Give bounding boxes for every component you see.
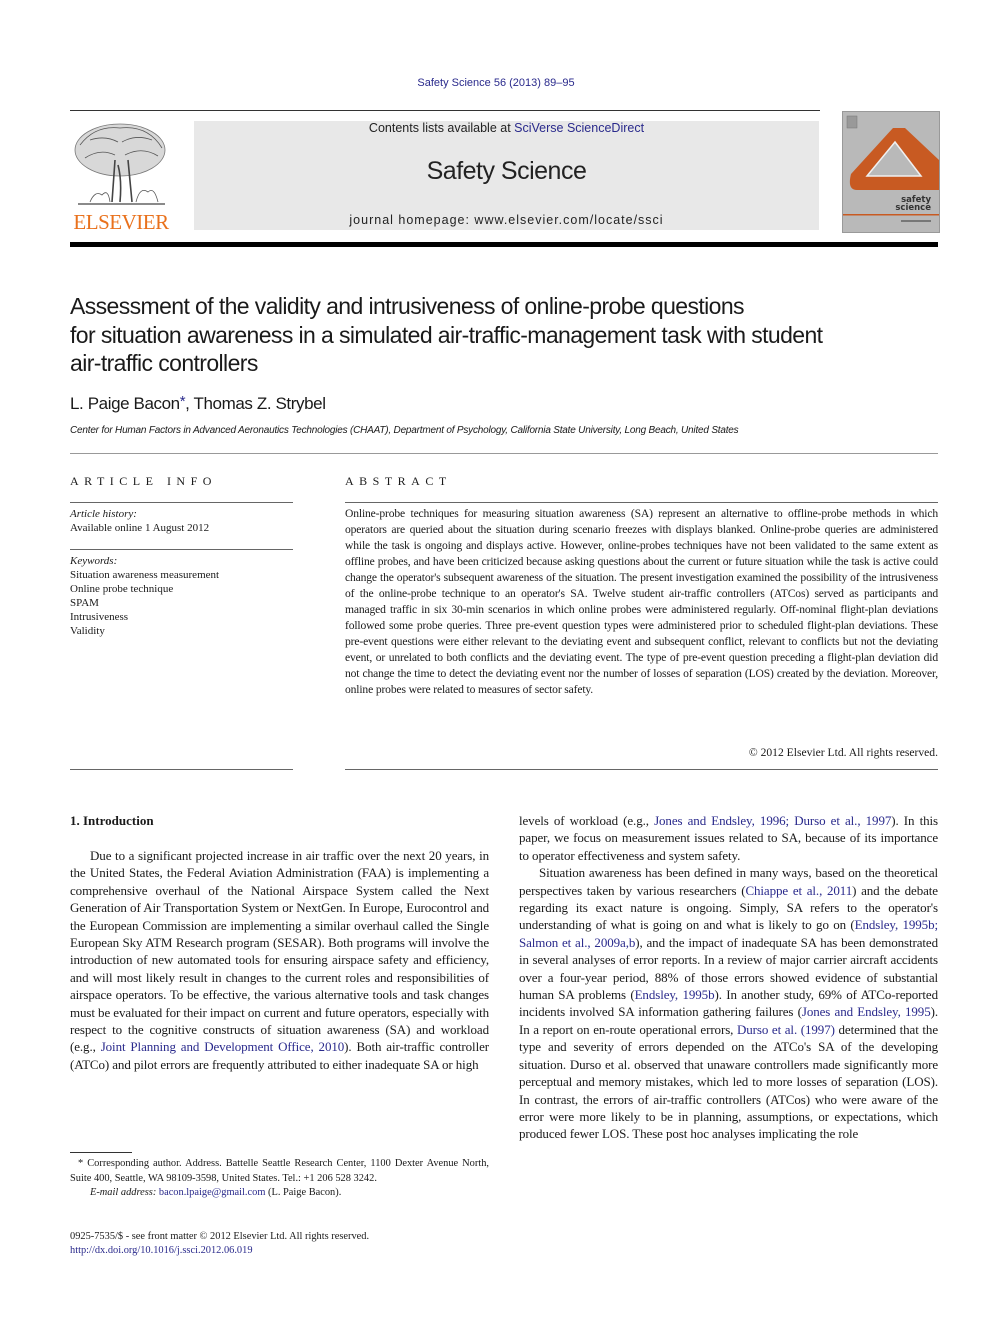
- cover-triangle-icon: safety science: [843, 115, 939, 222]
- abstract-bottom-divider: [345, 769, 938, 770]
- email-link[interactable]: bacon.lpaige@gmail.com: [159, 1187, 266, 1198]
- keywords-label: Keywords:: [70, 555, 118, 567]
- article-info-heading: ARTICLE INFO: [70, 474, 217, 488]
- article-history-value: Available online 1 August 2012: [70, 522, 210, 534]
- journal-homepage[interactable]: journal homepage: www.elsevier.com/locat…: [194, 213, 819, 227]
- paragraph-text: determined that the type and severity of…: [519, 1021, 938, 1142]
- reference-link[interactable]: Jones and Endsley, 1996; Durso et al., 1…: [654, 813, 891, 828]
- article-title-line: air-traffic controllers: [70, 350, 258, 376]
- abstract-heading: ABSTRACT: [345, 474, 452, 488]
- front-matter: 0925-7535/$ - see front matter © 2012 El…: [70, 1230, 510, 1258]
- article-history-label: Article history:: [70, 508, 137, 520]
- keyword-item: Validity: [70, 625, 105, 637]
- author-list: L. Paige Bacon*, Thomas Z. Strybel: [70, 393, 326, 414]
- journal-cover-image[interactable]: safety science: [842, 111, 940, 233]
- body-paragraph: Due to a significant projected increase …: [70, 847, 489, 1073]
- keywords-block: Keywords: Situation awareness measuremen…: [70, 554, 293, 638]
- keyword-item: SPAM: [70, 597, 99, 609]
- author-name[interactable]: Thomas Z. Strybel: [194, 394, 326, 413]
- journal-title: Safety Science: [426, 157, 587, 185]
- reference-link[interactable]: Jones and Endsley, 1995: [802, 1004, 931, 1019]
- cover-title-line2: science: [895, 203, 931, 213]
- header-top-divider: [70, 110, 820, 111]
- author-affiliation: Center for Human Factors in Advanced Aer…: [70, 425, 739, 436]
- section-heading-introduction: 1. Introduction: [70, 813, 154, 828]
- reference-link[interactable]: Endsley, 1995b: [635, 987, 715, 1002]
- doi-link[interactable]: http://dx.doi.org/10.1016/j.ssci.2012.06…: [70, 1244, 510, 1258]
- contents-line: Contents lists available at SciVerse Sci…: [194, 121, 819, 135]
- footnote-mark: *: [78, 1158, 84, 1169]
- email-owner: (L. Paige Bacon).: [268, 1187, 342, 1198]
- article-title-line: for situation awareness in a simulated a…: [70, 321, 823, 348]
- reference-link[interactable]: Durso et al. (1997): [737, 1022, 835, 1037]
- reference-link[interactable]: Chiappe et al., 2011: [745, 883, 852, 898]
- author-separator: ,: [185, 394, 194, 413]
- article-title: Assessment of the validity and intrusive…: [70, 292, 940, 378]
- keyword-item: Situation awareness measurement: [70, 569, 220, 581]
- article-info-bottom-divider: [70, 769, 293, 770]
- body-column-left: Due to a significant projected increase …: [70, 847, 489, 1073]
- footnote-text: Corresponding author. Address. Battelle …: [70, 1158, 489, 1184]
- article-info-divider: [70, 502, 293, 503]
- elsevier-tree-icon: [74, 123, 166, 205]
- author-name[interactable]: L. Paige Bacon: [70, 394, 180, 413]
- abstract-text: Online-probe techniques for measuring si…: [345, 507, 938, 696]
- keyword-item: Online probe technique: [70, 583, 174, 595]
- paragraph-text: Due to a significant projected increase …: [70, 848, 489, 1055]
- abstract-divider: [345, 502, 938, 503]
- header-thick-divider: [70, 242, 938, 247]
- issn-line: 0925-7535/$ - see front matter © 2012 El…: [70, 1231, 370, 1242]
- footnote-email: E-mail address: bacon.lpaige@gmail.com (…: [70, 1186, 489, 1201]
- body-column-right: levels of workload (e.g., Jones and Ends…: [519, 812, 938, 1143]
- article-history: Article history: Available online 1 Augu…: [70, 507, 293, 535]
- body-paragraph: levels of workload (e.g., Jones and Ends…: [519, 812, 938, 864]
- journal-citation-link[interactable]: Safety Science 56 (2013) 89–95: [0, 77, 992, 89]
- sciencedirect-link[interactable]: SciVerse ScienceDirect: [514, 121, 644, 135]
- reference-link[interactable]: Joint Planning and Development Office, 2…: [101, 1039, 345, 1054]
- elsevier-wordmark: ELSEVIER: [73, 210, 169, 234]
- paragraph-text: levels of workload (e.g.,: [519, 813, 655, 828]
- keywords-divider: [70, 549, 293, 550]
- elsevier-logo[interactable]: ELSEVIER: [70, 120, 172, 234]
- footnote-divider: [70, 1152, 132, 1153]
- footnote-corresponding-author: * Corresponding author. Address. Battell…: [70, 1157, 489, 1186]
- contents-prefix: Contents lists available at: [368, 121, 515, 135]
- keyword-item: Intrusiveness: [70, 611, 129, 623]
- affiliation-divider: [70, 453, 938, 454]
- email-label: E-mail address:: [90, 1187, 157, 1198]
- journal-masthead: Contents lists available at SciVerse Sci…: [194, 121, 819, 230]
- footnote: * Corresponding author. Address. Battell…: [70, 1157, 489, 1201]
- abstract-copyright: © 2012 Elsevier Ltd. All rights reserved…: [748, 746, 938, 759]
- body-paragraph: Situation awareness has been defined in …: [519, 864, 938, 1143]
- article-title-line: Assessment of the validity and intrusive…: [70, 293, 745, 319]
